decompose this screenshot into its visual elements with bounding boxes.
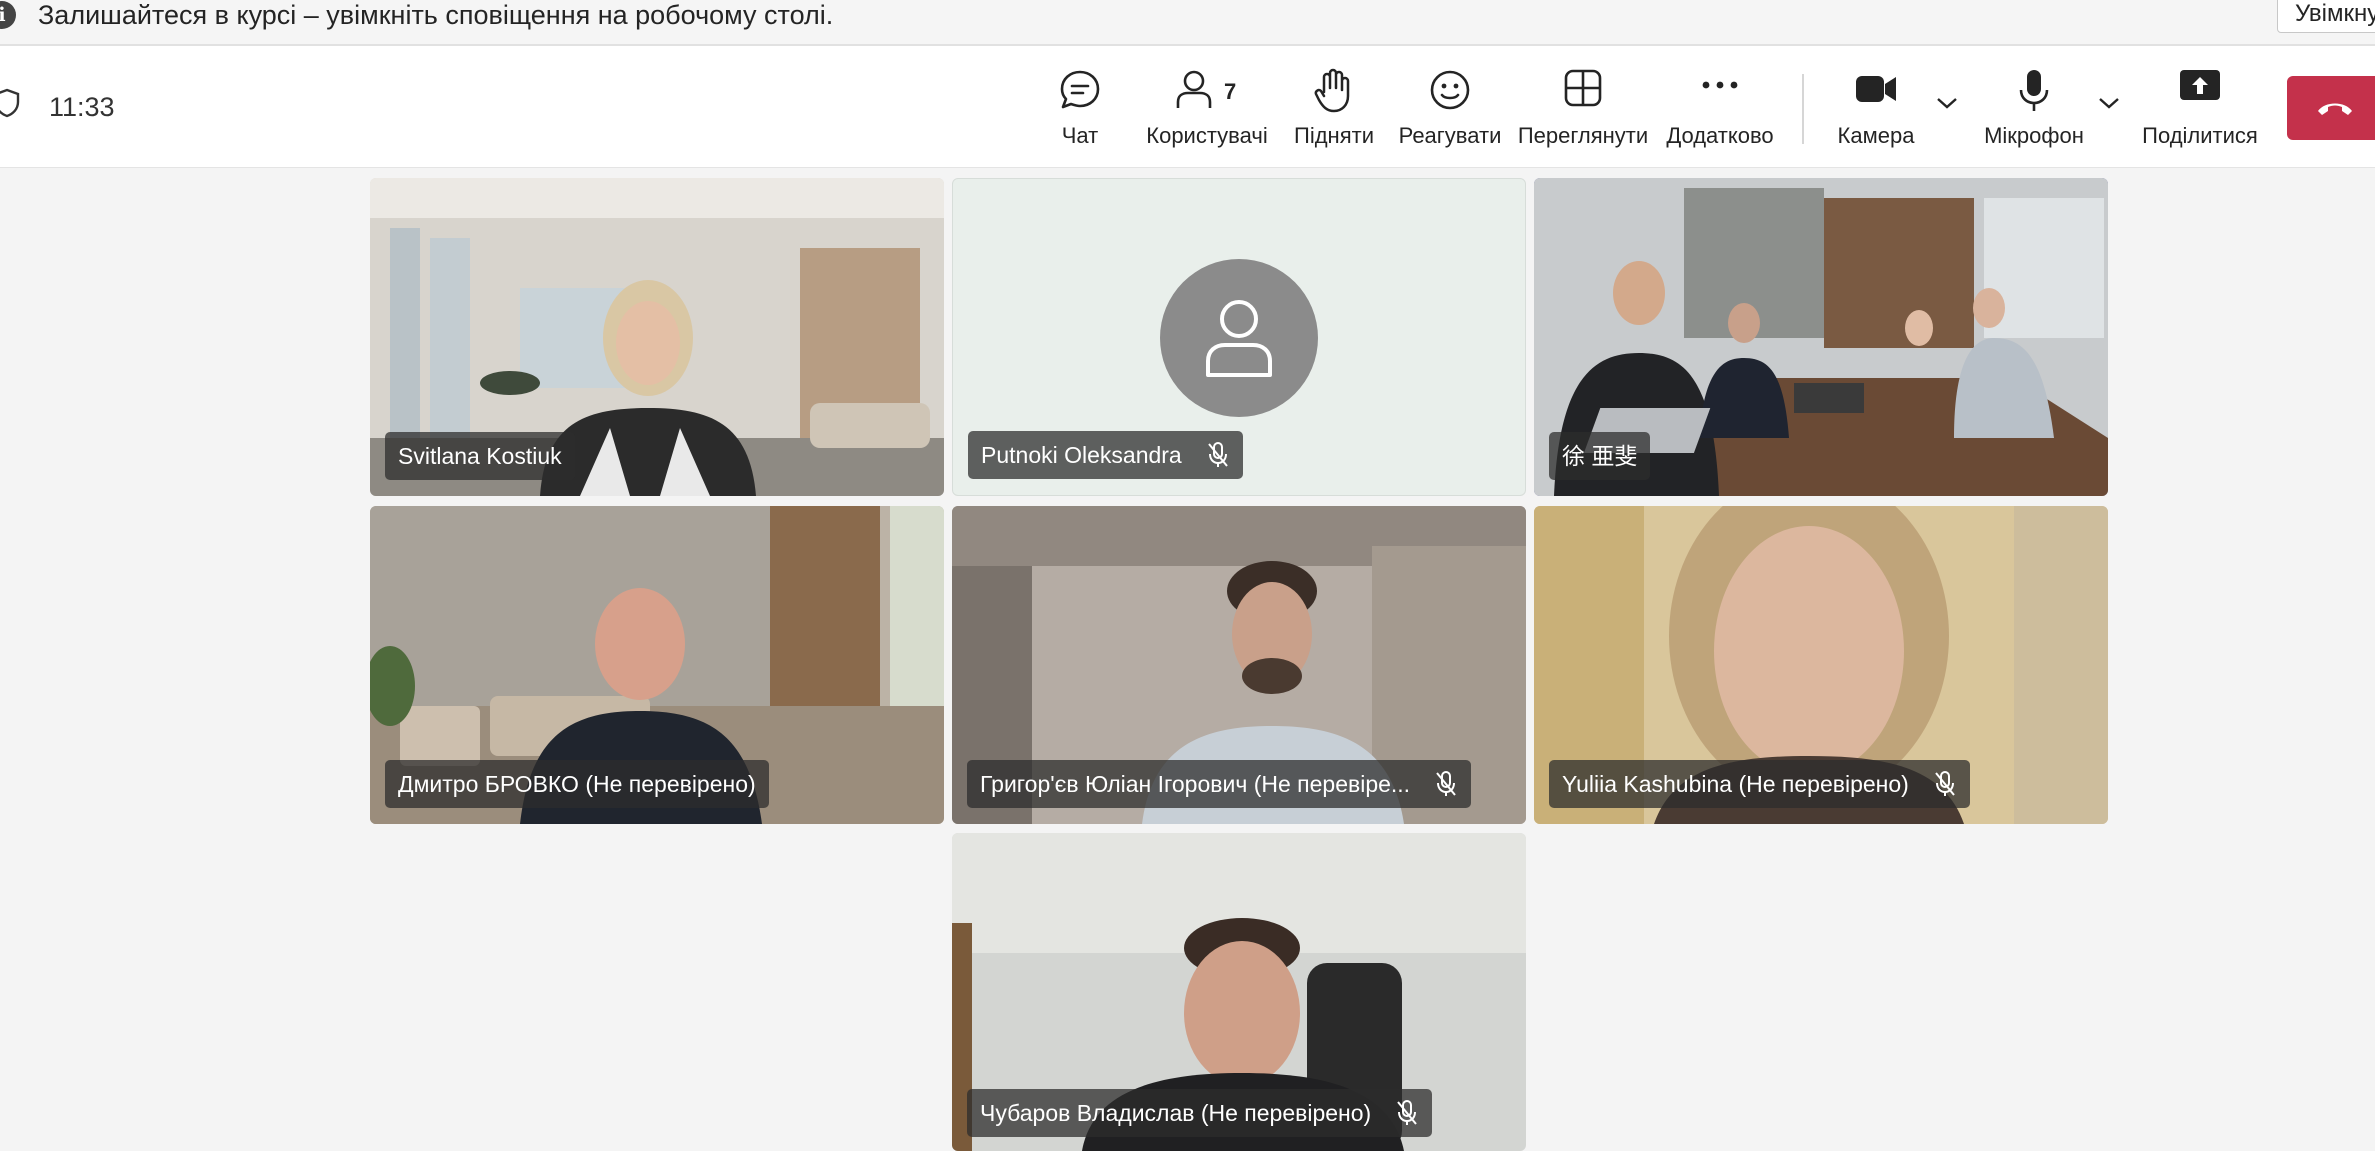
person-icon xyxy=(1206,300,1272,377)
raise-hand-button[interactable]: Підняти xyxy=(1284,46,1384,168)
microphone-options-chevron-icon[interactable] xyxy=(2098,96,2120,110)
microphone-label: Мікрофон xyxy=(1984,123,2084,148)
info-icon: i xyxy=(0,1,16,29)
mic-off-icon xyxy=(1397,1100,1417,1125)
participant-name-tag: Yuliia Kashubina (Не перевірено) xyxy=(1549,760,1970,808)
chat-button[interactable]: Чат xyxy=(1040,46,1120,168)
participant-tile[interactable]: Svitlana Kostiuk xyxy=(370,178,944,496)
participant-name-tag: Putnoki Oleksandra xyxy=(968,431,1243,479)
camera-options-chevron-icon[interactable] xyxy=(1936,96,1958,110)
more-label: Додатково xyxy=(1666,123,1774,148)
people-button[interactable]: 7 Користувачі xyxy=(1140,46,1274,168)
chat-icon xyxy=(1060,70,1100,109)
participant-name: 徐 亜斐 xyxy=(1562,443,1638,469)
microphone-icon xyxy=(2019,70,2049,111)
react-label: Реагувати xyxy=(1398,123,1502,148)
meeting-timer: 11:33 xyxy=(49,92,115,122)
mic-off-icon xyxy=(1935,771,1955,796)
meeting-toolbar: 11:33 Чат 7 Користувачі Підняти Реагуват… xyxy=(0,46,2375,168)
participant-name: Putnoki Oleksandra xyxy=(981,442,1182,468)
shield-icon xyxy=(0,88,20,118)
participant-name: Yuliia Kashubina (Не перевірено) xyxy=(1562,771,1909,797)
participant-tile[interactable]: Григор'єв Юліан Ігорович (Не перевіре... xyxy=(952,506,1526,824)
enable-notifications-button[interactable]: Увімкнути xyxy=(2277,0,2375,33)
participant-name-tag: Svitlana Kostiuk xyxy=(385,432,575,480)
camera-button[interactable]: Камера xyxy=(1826,46,1926,168)
participant-tile[interactable]: Дмитро БРОВКО (Не перевірено) xyxy=(370,506,944,824)
notification-bar: i Залишайтеся в курсі – увімкніть сповіщ… xyxy=(0,0,2375,46)
hang-up-icon xyxy=(2318,103,2352,115)
microphone-button[interactable]: Мікрофон xyxy=(1974,46,2094,168)
participant-tile[interactable]: Putnoki Oleksandra xyxy=(952,178,1526,496)
people-icon xyxy=(1176,70,1212,108)
participant-name: Дмитро БРОВКО (Не перевірено) xyxy=(398,771,756,797)
chat-label: Чат xyxy=(1061,123,1099,148)
participant-name: Чубаров Владислав (Не перевірено) xyxy=(980,1100,1372,1126)
people-label: Користувачі xyxy=(1146,123,1268,148)
leave-call-button[interactable] xyxy=(2287,76,2375,140)
participant-tile-active[interactable]: 徐 亜斐 xyxy=(1534,178,2108,496)
participant-name-tag: Дмитро БРОВКО (Не перевірено) xyxy=(385,760,769,808)
participant-tile[interactable]: Чубаров Владислав (Не перевірено) xyxy=(952,833,1526,1151)
hand-icon xyxy=(1314,68,1350,113)
participant-name-tag: Григор'єв Юліан Ігорович (Не перевіре... xyxy=(967,760,1472,808)
more-icon xyxy=(1702,81,1738,89)
participant-tile[interactable]: Yuliia Kashubina (Не перевірено) xyxy=(1534,506,2108,824)
avatar xyxy=(1160,259,1318,417)
participant-name-tag: Чубаров Владислав (Не перевірено) xyxy=(967,1089,1433,1137)
view-button[interactable]: Переглянути xyxy=(1516,46,1650,168)
grid-view-icon xyxy=(1564,69,1602,107)
view-label: Переглянути xyxy=(1517,123,1649,148)
camera-label: Камера xyxy=(1837,123,1915,148)
share-label: Поділитися xyxy=(2142,123,2258,148)
more-button[interactable]: Додатково xyxy=(1660,46,1780,168)
share-screen-icon xyxy=(2180,70,2220,100)
toolbar-divider xyxy=(1802,74,1804,144)
raise-hand-label: Підняти xyxy=(1294,123,1374,148)
notification-text: Залишайтеся в курсі – увімкніть сповіщен… xyxy=(38,0,834,30)
participant-count: 7 xyxy=(1224,79,1237,104)
participant-name-tag: 徐 亜斐 xyxy=(1549,432,1651,480)
share-button[interactable]: Поділитися xyxy=(2136,46,2264,168)
mic-off-icon xyxy=(1436,771,1456,796)
participant-name: Svitlana Kostiuk xyxy=(398,443,562,469)
participant-name: Григор'єв Юліан Ігорович (Не перевіре... xyxy=(980,771,1411,797)
react-button[interactable]: Реагувати xyxy=(1394,46,1506,168)
mic-off-icon xyxy=(1207,442,1228,467)
camera-icon xyxy=(1856,76,1896,102)
emoji-icon xyxy=(1430,70,1470,110)
